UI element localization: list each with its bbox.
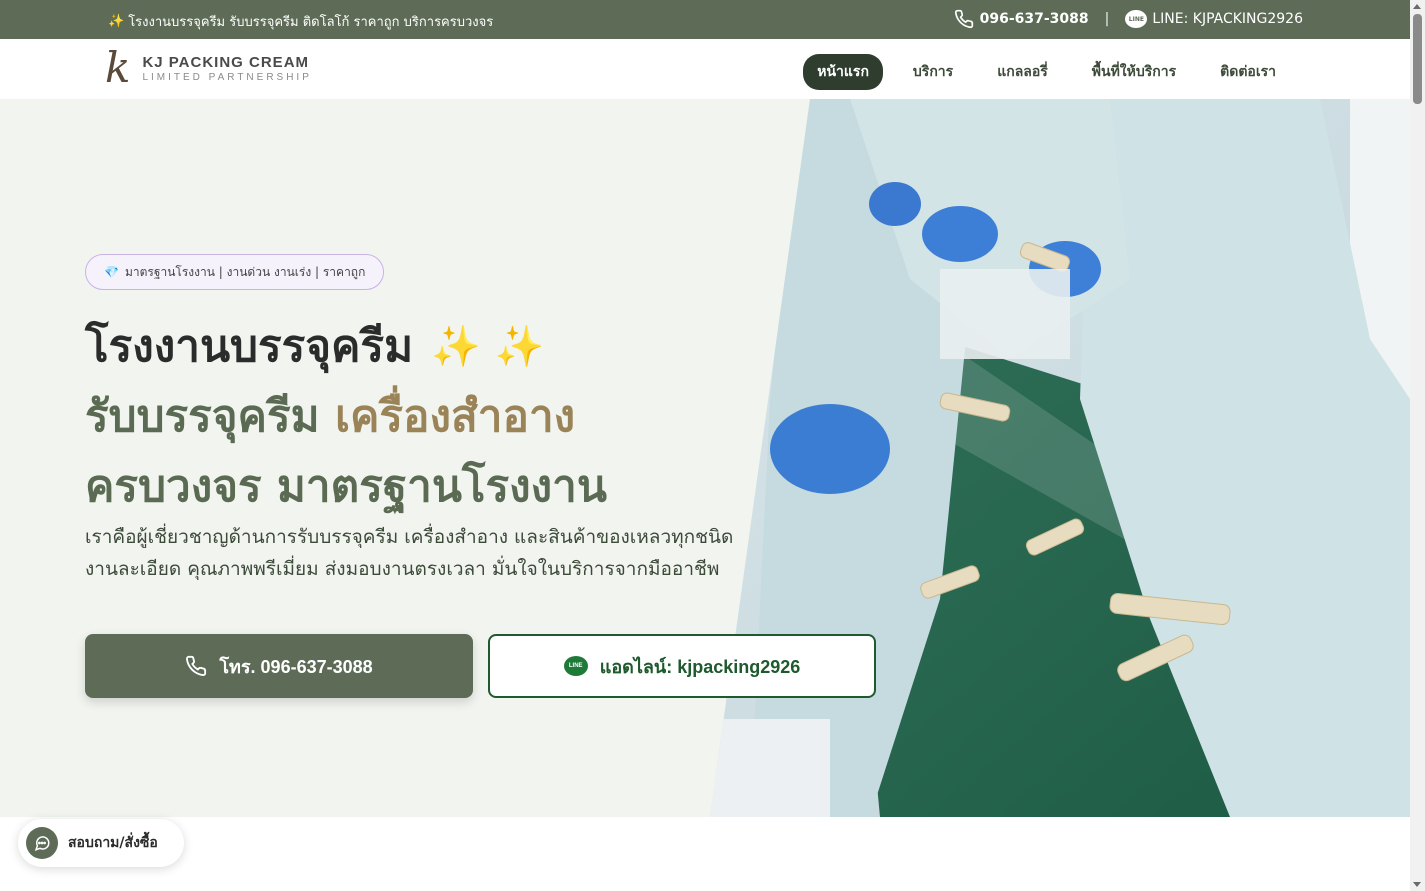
line-icon: LINE: [563, 656, 588, 676]
top-contact: 096-637-3088 | LINE LINE: KJPACKING2926: [954, 9, 1303, 29]
add-line-button[interactable]: LINE แอดไลน์: kjpacking2926: [488, 634, 876, 698]
hero-badge: 💎 มาตรฐานโรงงาน | งานด่วน งานเร่ง | ราคา…: [85, 254, 385, 290]
headline-line-1-text: โรงงานบรรจุครีม: [85, 321, 414, 372]
chat-bubble-icon: [26, 827, 58, 859]
hero-badge-text: มาตรฐานโรงงาน | งานด่วน งานเร่ง | ราคาถู…: [124, 264, 366, 279]
logo-text: KJ PACKING CREAM LIMITED PARTNERSHIP: [142, 54, 311, 83]
promo-text: ✨ โรงงานบรรจุครีม รับบรรจุครีม ติดโลโก้ …: [108, 11, 493, 32]
nav-home[interactable]: หน้าแรก: [803, 54, 883, 90]
hero-headline: โรงงานบรรจุครีม ✨ ✨ รับบรรจุครีม เครื่อง…: [85, 312, 607, 522]
logo[interactable]: k KJ PACKING CREAM LIMITED PARTNERSHIP: [105, 47, 312, 89]
hero-description-line-1: เราคือผู้เชี่ยวชาญด้านการรับบรรจุครีม เค…: [85, 526, 734, 548]
top-line-id: LINE: KJPACKING2926: [1152, 11, 1303, 27]
page-scrollbar[interactable]: [1410, 0, 1425, 891]
main-nav: หน้าแรก บริการ แกลลอรี่ พื้นที่ให้บริการ…: [803, 54, 1290, 90]
add-line-button-label: แอดไลน์: kjpacking2926: [599, 656, 801, 677]
headline-line-2b: เครื่องสำอาง: [334, 391, 576, 442]
phone-icon: [186, 655, 207, 676]
top-announcement-bar: ✨ โรงงานบรรจุครีม รับบรรจุครีม ติดโลโก้ …: [0, 0, 1410, 39]
divider: |: [1104, 11, 1110, 27]
site-header: k KJ PACKING CREAM LIMITED PARTNERSHIP ห…: [0, 39, 1410, 99]
top-line-link[interactable]: LINE LINE: KJPACKING2926: [1125, 10, 1303, 28]
promo-label: โรงงานบรรจุครีม รับบรรจุครีม ติดโลโก้ รา…: [128, 15, 494, 30]
diamond-icon: 💎: [104, 265, 119, 279]
phone-icon: [954, 9, 973, 29]
hero-description-line-2: งานละเอียด คุณภาพพรีเมี่ยม ส่งมอบงานตรงเ…: [85, 558, 720, 580]
headline-line-2: รับบรรจุครีม เครื่องสำอาง: [85, 382, 607, 452]
headline-line-1: โรงงานบรรจุครีม ✨ ✨: [85, 312, 607, 382]
chat-widget-label: สอบถาม/สั่งซื้อ: [68, 835, 158, 851]
logo-mark: k: [105, 43, 131, 92]
top-phone-number: 096-637-3088: [979, 11, 1089, 27]
nav-gallery[interactable]: แกลลอรี่: [983, 54, 1062, 90]
logo-company-name: KJ PACKING CREAM: [142, 53, 310, 71]
top-phone-link[interactable]: 096-637-3088: [954, 9, 1089, 29]
nav-services[interactable]: บริการ: [899, 54, 967, 90]
line-icon: LINE: [1125, 10, 1148, 28]
headline-line-2a: รับบรรจุครีม: [85, 391, 320, 442]
sparkles-icon: ✨ ✨: [431, 324, 545, 370]
scrollbar-thumb[interactable]: [1413, 14, 1422, 104]
nav-service-area[interactable]: พื้นที่ให้บริการ: [1078, 54, 1190, 90]
hero-section: 💎 มาตรฐานโรงงาน | งานด่วน งานเร่ง | ราคา…: [0, 99, 1410, 817]
sparkle-icon: ✨: [108, 14, 125, 29]
hero-factory-photo: [710, 99, 1410, 817]
scroll-up-arrow-icon[interactable]: [1413, 4, 1421, 9]
nav-contact[interactable]: ติดต่อเรา: [1206, 54, 1290, 90]
hero-description: เราคือผู้เชี่ยวชาญด้านการรับบรรจุครีม เค…: [85, 521, 785, 585]
call-button-label: โทร. 096-637-3088: [219, 656, 373, 677]
call-button[interactable]: โทร. 096-637-3088: [85, 634, 473, 698]
headline-line-3: ครบวงจร มาตรฐานโรงงาน: [85, 461, 607, 512]
scroll-down-arrow-icon[interactable]: [1413, 882, 1421, 887]
chat-widget-button[interactable]: สอบถาม/สั่งซื้อ: [18, 819, 184, 867]
logo-company-type: LIMITED PARTNERSHIP: [142, 71, 312, 83]
